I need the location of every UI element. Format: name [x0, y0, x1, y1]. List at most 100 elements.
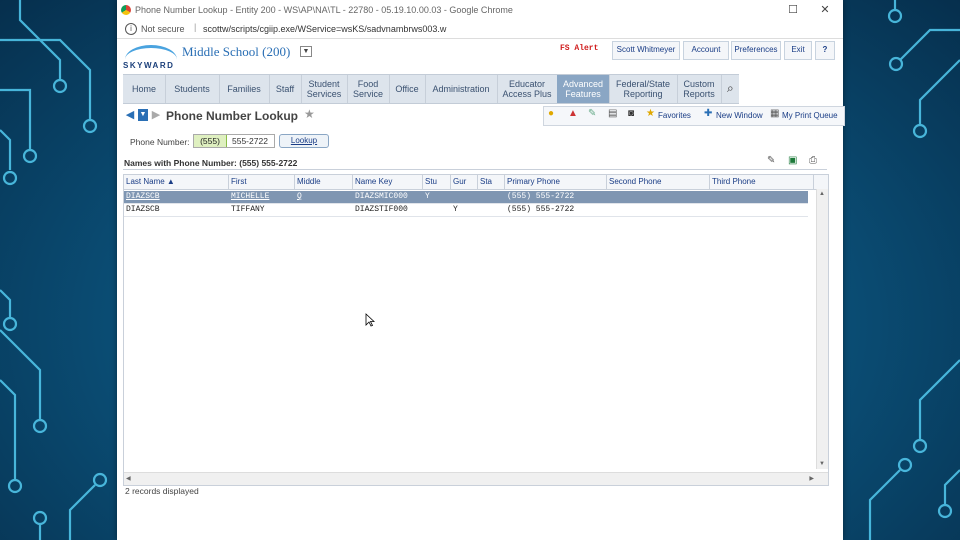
main-nav: Home Students Families Staff Student Ser… — [123, 74, 739, 104]
school-name: Middle School (200) — [182, 44, 291, 59]
results-grid: Last Name ▲ First Middle Name Key Stu Gu… — [123, 174, 829, 486]
phone-number-field[interactable]: 555-2722 — [232, 135, 268, 147]
nav-educator-access-plus[interactable]: Educator Access Plus — [497, 75, 558, 103]
cell-third-phone — [710, 191, 712, 203]
column-sta[interactable]: Sta — [478, 175, 505, 189]
cell-middle[interactable] — [295, 204, 297, 216]
cell-last-name[interactable]: DIAZSCB — [124, 204, 160, 216]
nav-staff[interactable]: Staff — [269, 75, 302, 103]
app-header: SKYWARD Middle School (200) ▼ FS Alert S… — [117, 39, 843, 73]
page-title-bar: ◀ ▼ ▶ Phone Number Lookup ★ ● ▲ ✎ ▤ ◙ ★ … — [123, 106, 845, 126]
cell-name-key: DIAZSTIF000 — [355, 205, 408, 214]
history-dropdown-icon[interactable]: ▼ — [138, 109, 148, 121]
results-heading: Names with Phone Number: (555) 555-2722 — [124, 158, 298, 168]
print-queue-link[interactable]: My Print Queue — [782, 111, 838, 120]
column-first[interactable]: First — [229, 175, 295, 189]
browser-window: Phone Number Lookup - Entity 200 - WS\AP… — [117, 0, 845, 540]
new-window-link[interactable]: New Window — [716, 111, 763, 120]
security-label: Not secure — [141, 24, 185, 34]
column-gur[interactable]: Gur — [451, 175, 478, 189]
cell-gur: Y — [453, 205, 458, 214]
column-primary-phone[interactable]: Primary Phone — [505, 175, 607, 189]
scroll-right-icon[interactable]: ▶ — [809, 475, 814, 482]
back-arrow-icon[interactable]: ◀ — [125, 109, 135, 121]
print-preview-icon[interactable]: ⎙ — [809, 155, 817, 166]
cell-stu — [423, 204, 425, 216]
help-button[interactable]: ? — [815, 41, 835, 60]
user-name-link[interactable]: Scott Whitmeyer — [612, 41, 680, 60]
lookup-button[interactable]: Lookup — [279, 134, 329, 148]
camera-icon[interactable]: ◙ — [628, 108, 634, 119]
alert-icon[interactable]: ● — [548, 108, 554, 119]
excel-export-icon[interactable]: ▣ — [788, 155, 797, 166]
nav-custom-reports[interactable]: Custom Reports — [677, 75, 722, 103]
nav-office[interactable]: Office — [389, 75, 426, 103]
column-last-name[interactable]: Last Name ▲ — [124, 175, 229, 189]
tracking-icon[interactable]: ▲ — [568, 108, 578, 119]
new-window-icon[interactable]: ✚ — [704, 108, 712, 119]
favorite-star-icon[interactable]: ★ — [304, 107, 315, 121]
notes-icon[interactable]: ✎ — [588, 108, 596, 119]
address-bar[interactable]: i Not secure | scottw/scripts/cgiip.exe/… — [117, 20, 843, 39]
mouse-cursor-icon — [365, 313, 375, 327]
cell-last-name[interactable]: DIAZSCB — [124, 191, 160, 203]
horizontal-scrollbar[interactable]: ◀ ▶ — [124, 472, 828, 485]
info-icon[interactable]: i — [125, 23, 137, 35]
exit-link[interactable]: Exit — [784, 41, 812, 60]
nav-students[interactable]: Students — [165, 75, 220, 103]
vertical-scrollbar[interactable]: ▲ ▼ — [816, 189, 828, 469]
maximize-button[interactable]: ☐ — [785, 3, 801, 17]
school-dropdown-icon[interactable]: ▼ — [300, 46, 312, 57]
nav-student-services[interactable]: Student Services — [301, 75, 348, 103]
cell-middle[interactable]: Q — [295, 191, 302, 203]
address-separator: | — [194, 22, 197, 32]
account-link[interactable]: Account — [683, 41, 729, 60]
column-stu[interactable]: Stu — [423, 175, 451, 189]
nav-federal-state-reporting[interactable]: Federal/State Reporting — [609, 75, 678, 103]
close-window-button[interactable]: ✕ — [817, 3, 833, 17]
table-row[interactable]: DIAZSCB MICHELLE Q DIAZSMIC000 Y (555) 5… — [124, 191, 808, 204]
scroll-down-icon[interactable]: ▼ — [819, 461, 825, 467]
cell-gur — [451, 191, 453, 203]
nav-advanced-features[interactable]: Advanced Features — [557, 75, 610, 103]
cell-stu: Y — [425, 192, 430, 201]
cell-sta — [478, 191, 480, 203]
nav-food-service[interactable]: Food Service — [347, 75, 390, 103]
page-toolbar: ● ▲ ✎ ▤ ◙ ★ Favorites ✚ New Window ▦ My … — [543, 106, 845, 126]
forward-arrow-icon[interactable]: ▶ — [151, 109, 161, 121]
area-code-field[interactable]: (555) — [194, 135, 227, 147]
favorites-star-icon[interactable]: ★ — [646, 108, 655, 119]
column-name-key[interactable]: Name Key — [353, 175, 423, 189]
record-count: 2 records displayed — [125, 486, 199, 496]
table-row[interactable]: DIAZSCB TIFFANY DIAZSTIF000 Y (555) 555-… — [124, 204, 808, 217]
column-second-phone[interactable]: Second Phone — [607, 175, 710, 189]
phone-number-label: Phone Number: — [130, 137, 190, 147]
page-title: Phone Number Lookup — [166, 109, 298, 123]
results-header: Names with Phone Number: (555) 555-2722 … — [123, 155, 827, 170]
cell-third-phone — [710, 204, 712, 216]
edit-icon[interactable]: ▤ — [608, 108, 617, 119]
logo-text: SKYWARD — [123, 61, 175, 70]
preferences-link[interactable]: Preferences — [731, 41, 781, 60]
window-titlebar: Phone Number Lookup - Entity 200 - WS\AP… — [117, 0, 843, 20]
cell-first[interactable]: MICHELLE — [229, 191, 269, 203]
favorites-menu[interactable]: Favorites — [658, 111, 691, 120]
nav-families[interactable]: Families — [219, 75, 270, 103]
nav-home[interactable]: Home — [123, 75, 166, 103]
cell-second-phone — [607, 191, 609, 203]
url-text[interactable]: scottw/scripts/cgiip.exe/WService=wsKS/s… — [203, 24, 446, 34]
cell-primary-phone: (555) 555-2722 — [507, 205, 575, 214]
edit-note-icon[interactable]: ✎ — [767, 155, 775, 166]
fs-alert-link[interactable]: FS Alert — [560, 44, 598, 53]
cell-sta — [478, 204, 480, 216]
nav-administration[interactable]: Administration — [425, 75, 498, 103]
scroll-up-icon[interactable]: ▲ — [819, 191, 825, 197]
phone-number-input[interactable]: (555) 555-2722 — [193, 134, 275, 148]
print-queue-icon[interactable]: ▦ — [770, 108, 779, 119]
scroll-left-icon[interactable]: ◀ — [126, 475, 131, 482]
column-third-phone[interactable]: Third Phone — [710, 175, 814, 189]
column-middle[interactable]: Middle — [295, 175, 353, 189]
cell-primary-phone: (555) 555-2722 — [507, 192, 575, 201]
search-icon[interactable]: ⌕ — [727, 81, 734, 96]
cell-first[interactable]: TIFFANY — [229, 204, 265, 216]
